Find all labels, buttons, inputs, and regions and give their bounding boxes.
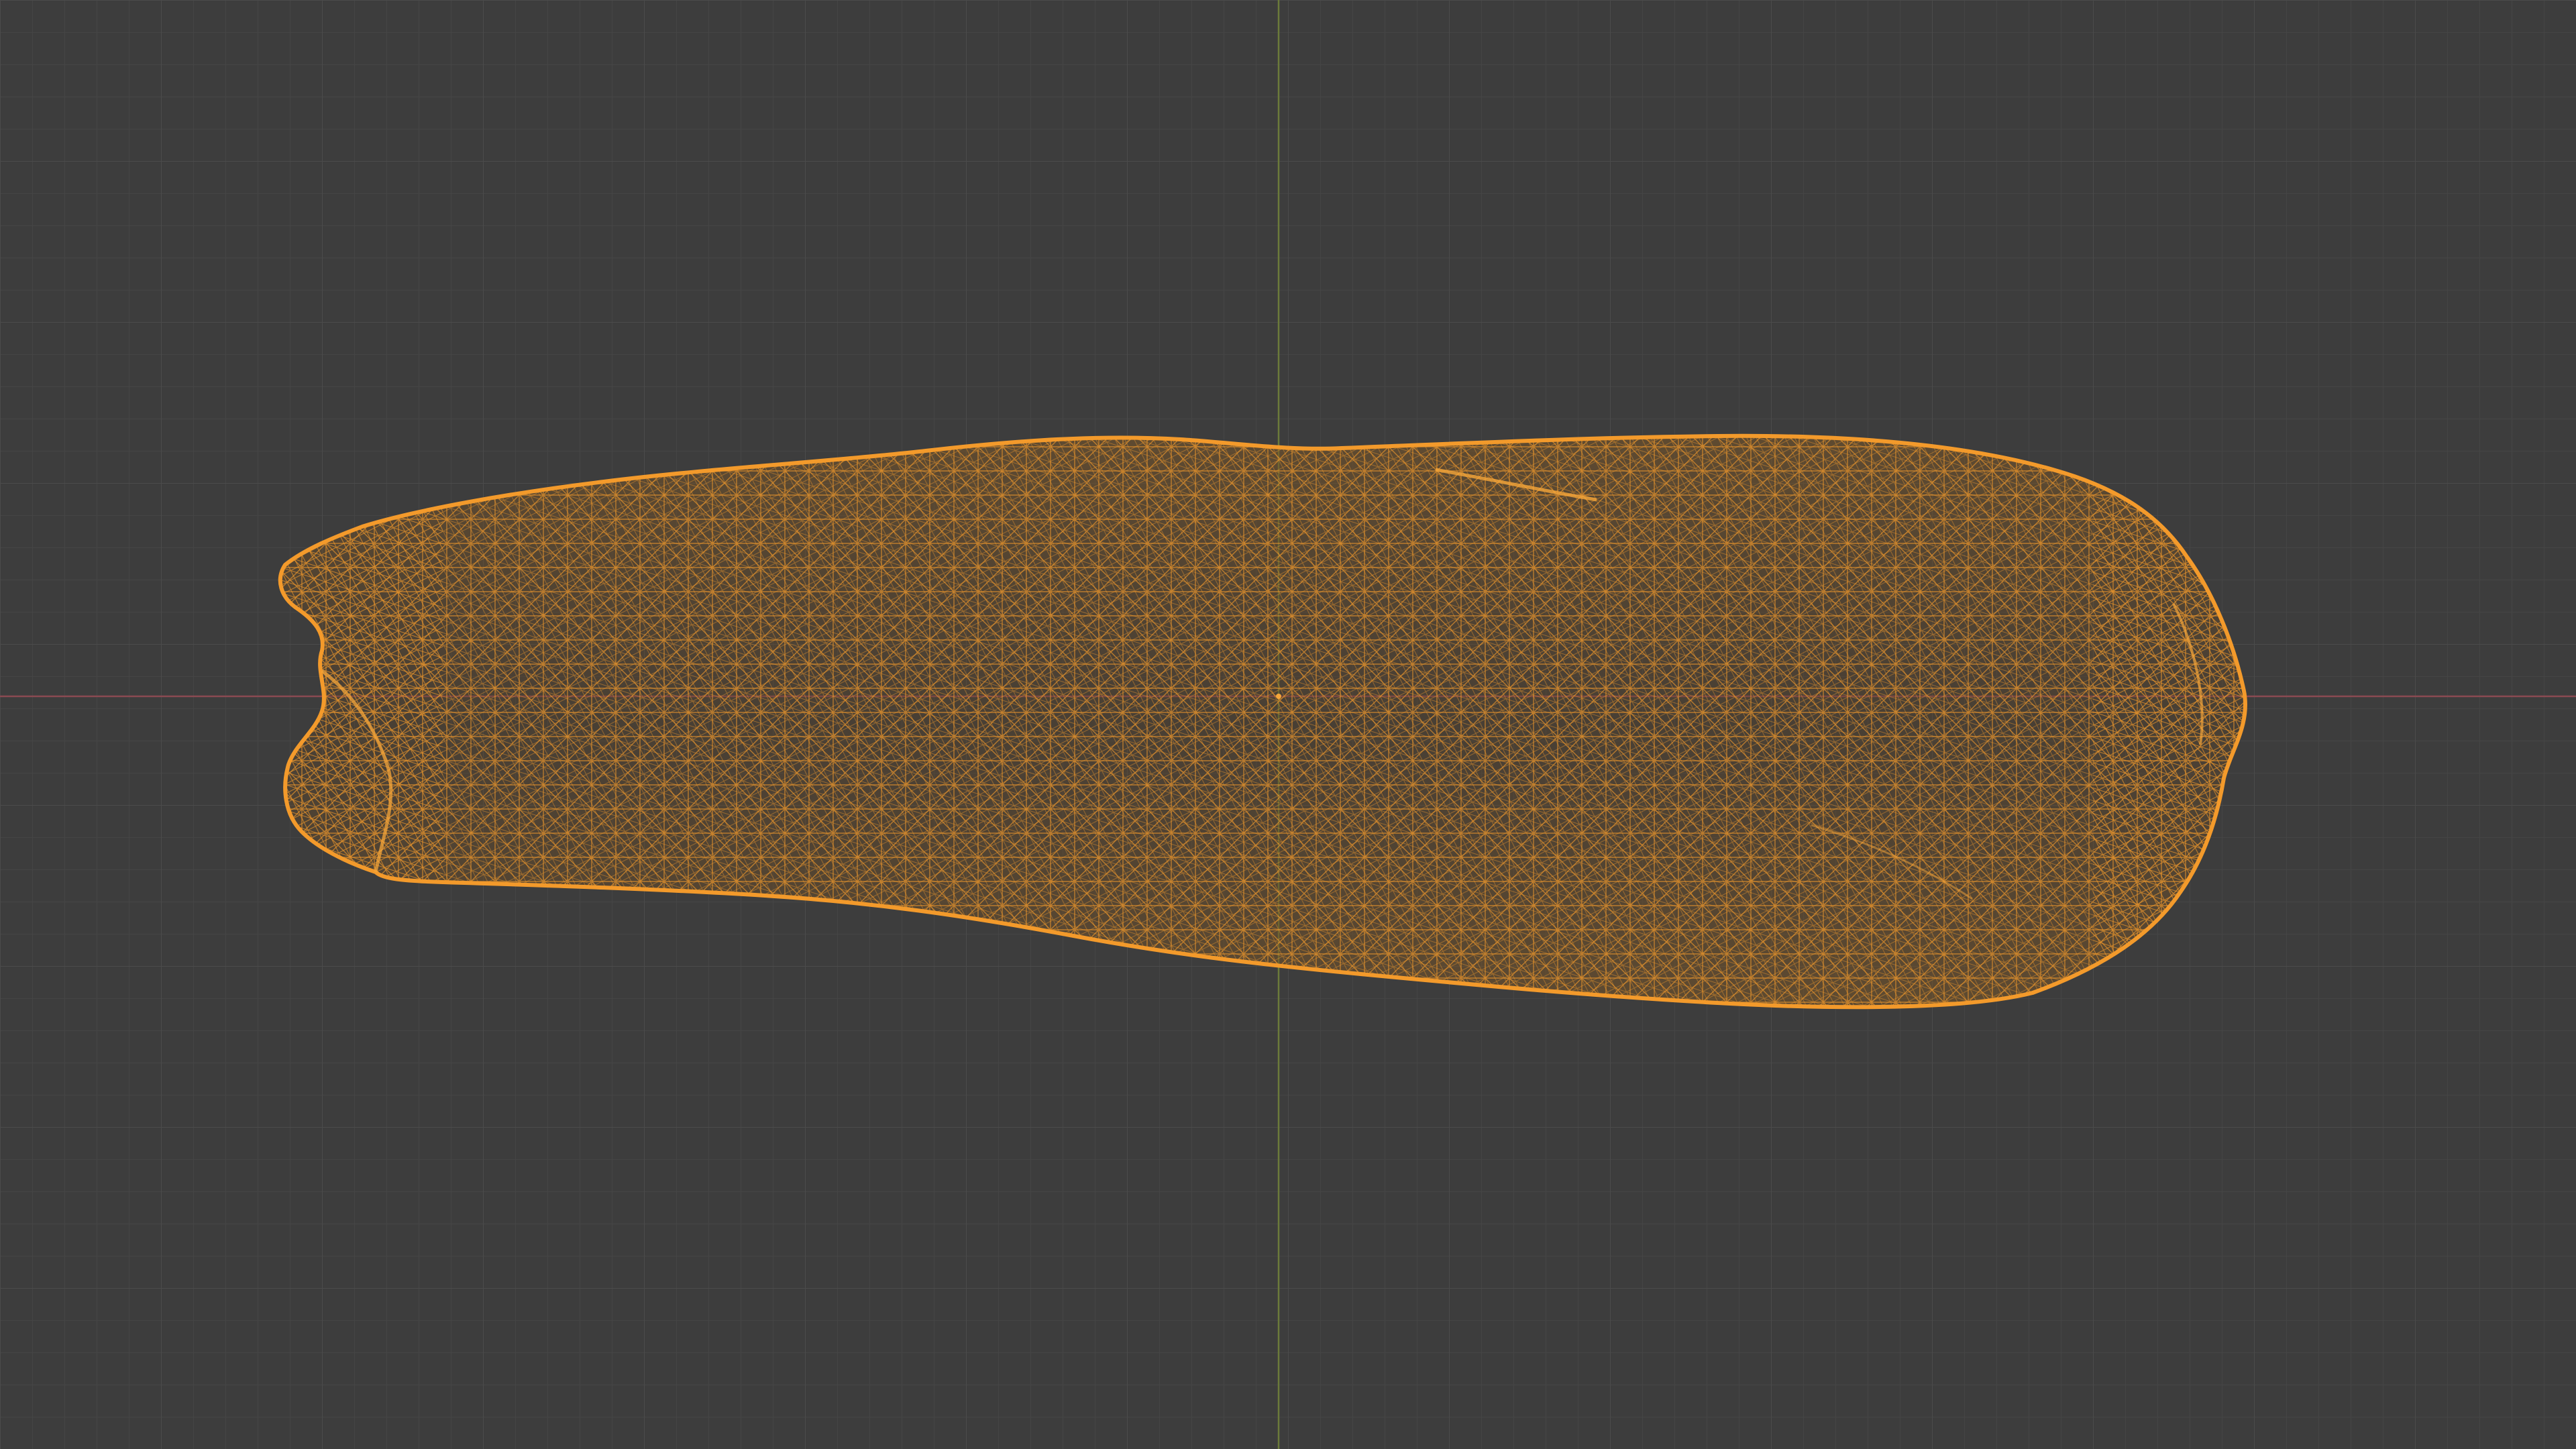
viewport-canvas[interactable] — [0, 0, 2576, 1449]
3d-viewport[interactable] — [0, 0, 2576, 1449]
object-origin-marker — [1276, 694, 1281, 699]
